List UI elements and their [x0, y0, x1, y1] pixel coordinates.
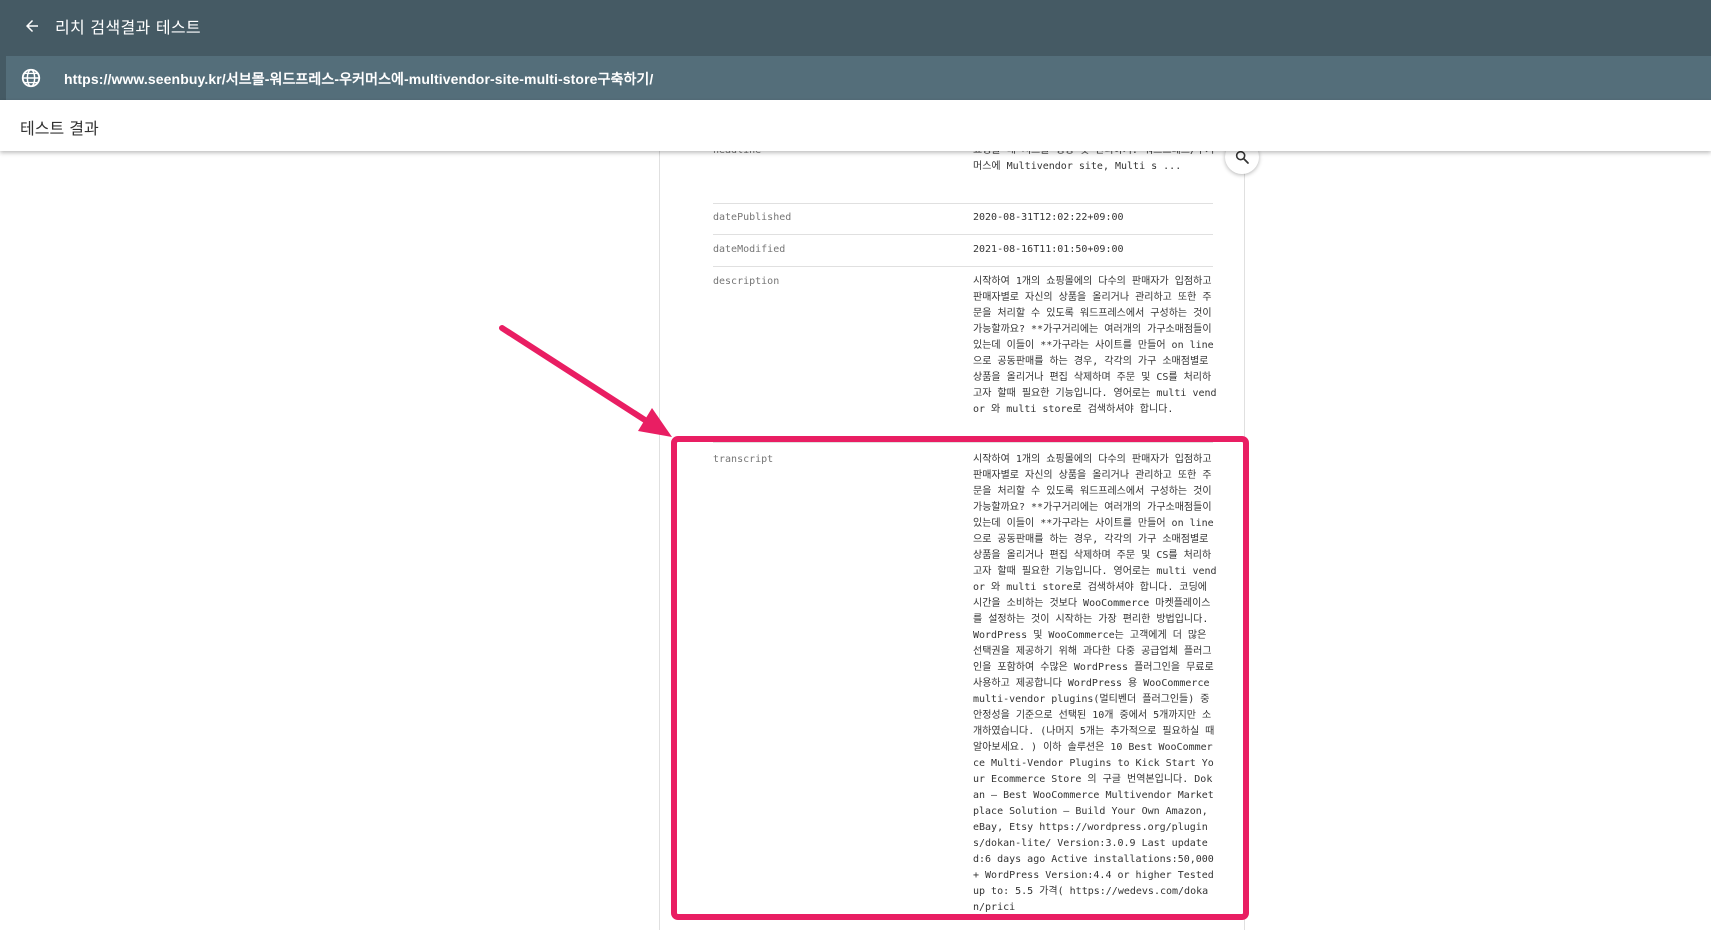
- url-field[interactable]: https://www.seenbuy.kr/서브몰-워드프레스-우커머스에-m…: [6, 56, 1711, 100]
- row-transcript: transcript 시작하여 1개의 쇼핑몰에의 다수의 판매자가 입점하고 …: [713, 445, 1217, 930]
- row-description: description 시작하여 1개의 쇼핑몰에의 다수의 판매자가 입점하고…: [713, 267, 1217, 443]
- row-date-published: datePublished 2020-08-31T12:02:22+09:00: [713, 203, 1213, 235]
- url-text: https://www.seenbuy.kr/서브몰-워드프레스-우커머스에-m…: [64, 71, 654, 87]
- app-title: 리치 검색결과 테스트: [55, 18, 201, 37]
- structured-data-panel[interactable]: headline 쇼핑몰 내 서브몰 생성 및 관리하기: 워드프레스/우커머스…: [659, 151, 1245, 930]
- back-button[interactable]: [18, 12, 46, 40]
- row-key: transcript: [713, 454, 774, 465]
- row-value: 2021-08-16T11:01:50+09:00: [973, 244, 1124, 255]
- row-key: dateModified: [713, 244, 786, 255]
- row-date-modified: dateModified 2021-08-16T11:01:50+09:00: [713, 235, 1213, 267]
- app-header: 리치 검색결과 테스트: [0, 0, 1711, 52]
- url-bar: https://www.seenbuy.kr/서브몰-워드프레스-우커머스에-m…: [0, 52, 1711, 100]
- content-area: headline 쇼핑몰 내 서브몰 생성 및 관리하기: 워드프레스/우커머스…: [0, 151, 1711, 930]
- globe-icon: [21, 68, 41, 88]
- row-value: 시작하여 1개의 쇼핑몰에의 다수의 판매자가 입점하고 판매자별로 자신의 상…: [973, 454, 1217, 913]
- row-value: 2020-08-31T12:02:22+09:00: [973, 212, 1124, 223]
- row-value: 쇼핑몰 내 서브몰 생성 및 관리하기: 워드프레스/우커머스에 Multive…: [973, 151, 1214, 172]
- row-value: 시작하여 1개의 쇼핑몰에의 다수의 판매자가 입점하고 판매자별로 자신의 상…: [973, 276, 1217, 415]
- row-key: description: [713, 276, 780, 287]
- row-headline: headline 쇼핑몰 내 서브몰 생성 및 관리하기: 워드프레스/우커머스…: [713, 151, 1214, 204]
- test-result-header: 테스트 결과: [0, 100, 1711, 151]
- arrow-left-icon: [26, 20, 38, 32]
- search-icon: [1235, 150, 1249, 164]
- row-key: datePublished: [713, 212, 792, 223]
- result-title: 테스트 결과: [20, 119, 99, 138]
- row-key: headline: [713, 151, 761, 156]
